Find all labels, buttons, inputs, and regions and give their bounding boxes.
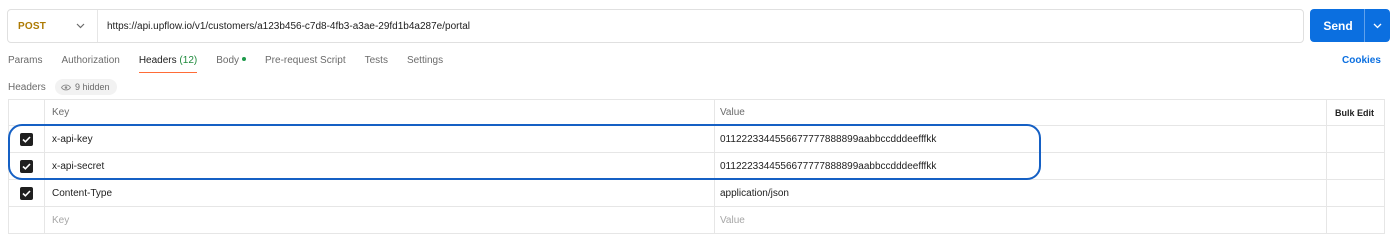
headers-count: (12) xyxy=(179,55,198,66)
tab-label: Settings xyxy=(406,55,444,66)
headers-table: Key Value Bulk Edit x-api-key 0112223344… xyxy=(8,99,1385,234)
row-extra-cell xyxy=(1327,153,1384,179)
tab-label: Authorization xyxy=(61,55,120,66)
method-select[interactable]: POST xyxy=(8,10,98,42)
cookies-link[interactable]: Cookies xyxy=(1342,55,1381,66)
hidden-headers-toggle[interactable]: 9 hidden xyxy=(55,79,117,95)
row-extra-cell xyxy=(1327,207,1384,233)
tab-tests[interactable]: Tests xyxy=(365,55,388,75)
bulk-edit-button[interactable]: Bulk Edit xyxy=(1327,100,1384,125)
header-key-cell[interactable]: x-api-key xyxy=(45,126,715,152)
column-header-key: Key xyxy=(45,100,715,125)
send-button[interactable]: Send xyxy=(1310,9,1390,42)
eye-icon xyxy=(61,84,71,90)
row-checkbox[interactable] xyxy=(20,132,33,146)
new-key-input[interactable]: Key xyxy=(45,207,715,233)
tab-label: Pre-request Script xyxy=(265,55,346,66)
tab-label: Tests xyxy=(364,55,388,66)
row-extra-cell xyxy=(1327,126,1384,152)
tab-label: Body xyxy=(216,55,240,66)
header-value-cell[interactable]: 0112223344556677777888899aabbccdddeefffk… xyxy=(715,153,1327,179)
checkmark-icon xyxy=(22,162,31,170)
send-options-chevron-icon[interactable] xyxy=(1365,23,1390,29)
row-check-cell xyxy=(9,126,45,152)
tab-label: Headers xyxy=(138,55,177,66)
checkmark-icon xyxy=(22,135,31,143)
request-tabs: Params Authorization Headers (12) Body P… xyxy=(8,55,462,75)
tab-authorization[interactable]: Authorization xyxy=(61,55,119,75)
checkmark-icon xyxy=(22,189,31,197)
tab-body[interactable]: Body xyxy=(216,55,247,75)
row-check-cell xyxy=(9,180,45,206)
send-label: Send xyxy=(1323,18,1353,33)
chevron-down-icon xyxy=(75,21,85,31)
tab-headers[interactable]: Headers (12) xyxy=(138,55,198,75)
row-check-cell xyxy=(9,207,45,233)
header-value-cell[interactable]: application/json xyxy=(715,180,1327,206)
header-key-cell[interactable]: x-api-secret xyxy=(45,153,715,179)
table-row: x-api-key 0112223344556677777888899aabbc… xyxy=(9,126,1384,153)
new-value-input[interactable]: Value xyxy=(715,207,1327,233)
row-checkbox[interactable] xyxy=(20,186,33,200)
row-checkbox[interactable] xyxy=(20,159,33,173)
request-bar: POST xyxy=(7,9,1304,43)
tab-settings[interactable]: Settings xyxy=(407,55,443,75)
body-status-dot xyxy=(242,57,247,62)
url-input[interactable] xyxy=(98,10,1303,42)
tab-params[interactable]: Params xyxy=(8,55,42,75)
header-key-cell[interactable]: Content-Type xyxy=(45,180,715,206)
method-label: POST xyxy=(18,20,47,32)
column-header-value: Value xyxy=(715,100,1327,125)
table-row: x-api-secret 0112223344556677777888899aa… xyxy=(9,153,1384,180)
column-header-check xyxy=(9,100,45,125)
row-extra-cell xyxy=(1327,180,1384,206)
row-check-cell xyxy=(9,153,45,179)
header-value-cell[interactable]: 0112223344556677777888899aabbccdddeefffk… xyxy=(715,126,1327,152)
headers-section-label: Headers xyxy=(8,82,46,93)
tab-label: Params xyxy=(8,55,43,66)
tab-pre-request-script[interactable]: Pre-request Script xyxy=(265,55,346,75)
new-header-row: Key Value xyxy=(9,207,1384,234)
hidden-count-label: 9 hidden xyxy=(75,82,110,92)
table-header-row: Key Value Bulk Edit xyxy=(9,100,1384,126)
table-row: Content-Type application/json xyxy=(9,180,1384,207)
